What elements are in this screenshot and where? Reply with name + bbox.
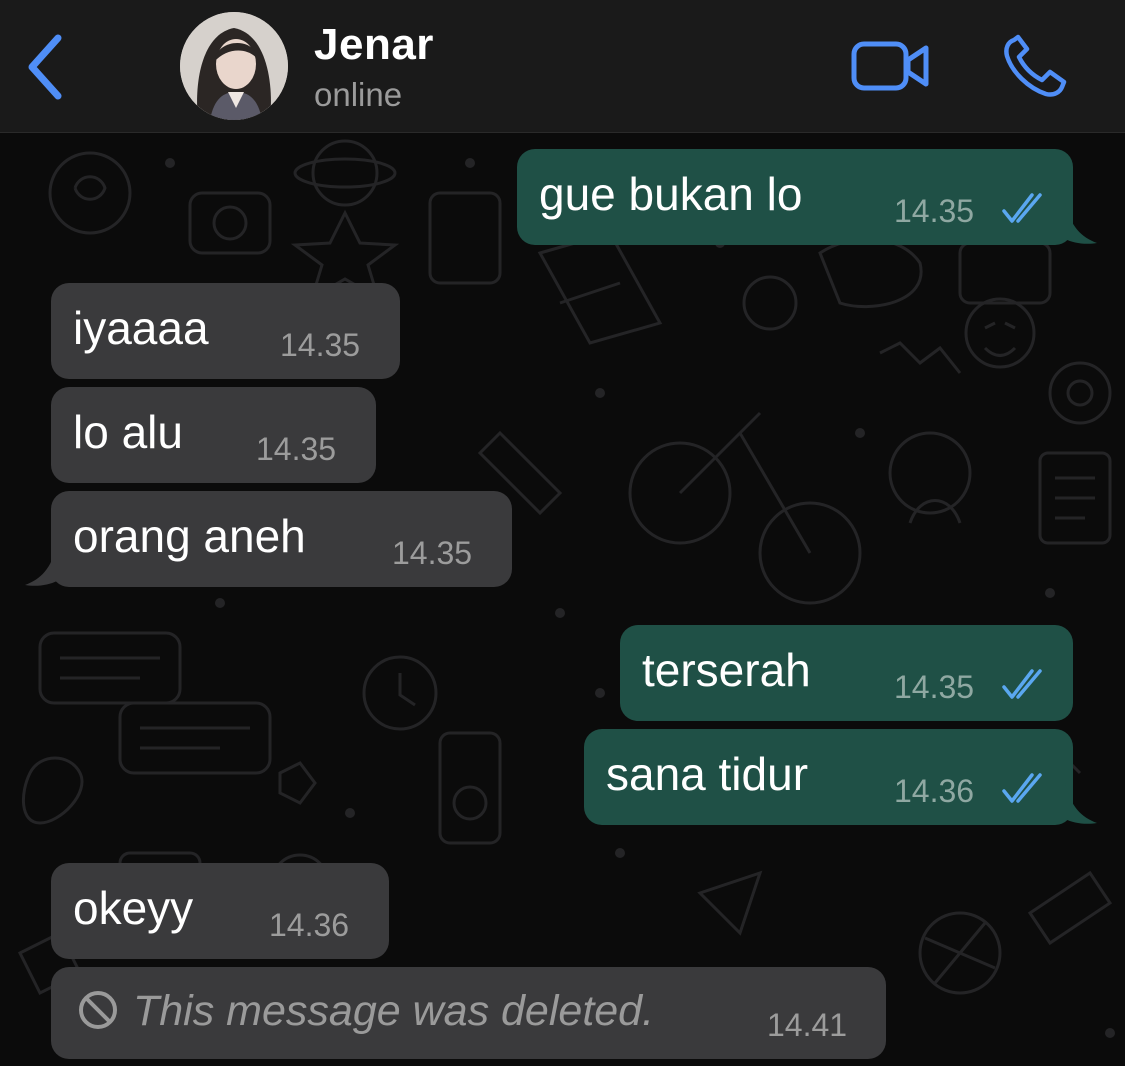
back-button[interactable] [22,30,72,104]
voice-call-button[interactable] [1000,34,1070,100]
video-camera-icon [851,41,929,91]
message-time: 14.35 [280,327,361,363]
message-time: 14.41 [767,1007,848,1043]
message-text: sana tidur [606,748,809,800]
read-ticks-icon [1002,773,1042,803]
video-call-button[interactable] [850,36,934,96]
message-list[interactable]: gue bukan lo 14.35 iyaaaa 14.35 lo alu 1… [0,133,1125,1066]
message-text: lo alu [73,406,183,458]
bubble-tail [1065,203,1097,244]
message-time: 14.35 [894,669,975,705]
message-bubble-incoming[interactable]: lo alu 14.35 [51,387,376,483]
chevron-left-icon [28,34,62,100]
contact-name[interactable]: Jenar [314,20,434,70]
deleted-icon [79,991,117,1029]
message-text: terserah [642,644,811,696]
message-text: orang aneh [73,510,306,562]
message-text: gue bukan lo [539,168,803,220]
message-bubble-incoming[interactable]: orang aneh 14.35 [25,491,512,587]
message-bubble-incoming[interactable]: okeyy 14.36 [51,863,389,959]
message-time: 14.35 [392,535,473,571]
bubble-tail [25,545,57,586]
avatar-photo [180,12,288,120]
deleted-message-text: This message was deleted. [133,987,655,1035]
message-text: iyaaaa [73,302,209,354]
message-time: 14.35 [894,193,975,229]
read-ticks-icon [1002,193,1042,223]
message-bubble-outgoing[interactable]: sana tidur 14.36 [584,729,1097,825]
message-time: 14.36 [269,907,350,943]
message-time: 14.36 [894,773,975,809]
chat-header: Jenar online [0,0,1125,133]
message-bubble-outgoing[interactable]: terserah 14.35 [620,625,1073,721]
message-bubble-incoming[interactable]: iyaaaa 14.35 [51,283,400,379]
deleted-message-bubble[interactable]: This message was deleted. 14.41 [51,967,886,1059]
avatar[interactable] [180,12,288,120]
phone-icon [1004,34,1067,97]
read-ticks-icon [1002,669,1042,699]
message-time: 14.35 [256,431,337,467]
contact-status: online [314,76,403,113]
message-text: okeyy [73,882,194,934]
message-bubble-outgoing[interactable]: gue bukan lo 14.35 [517,149,1097,245]
bubble-tail [1065,783,1097,824]
